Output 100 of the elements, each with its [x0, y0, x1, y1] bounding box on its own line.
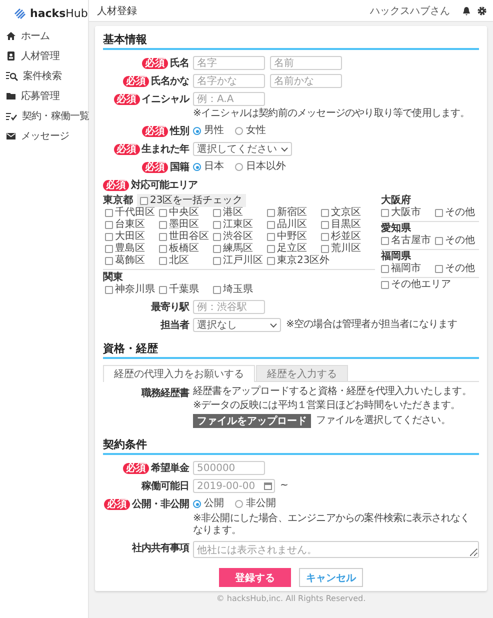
checkbox-label: 埼玉県	[223, 284, 253, 296]
checkbox[interactable]	[213, 245, 221, 253]
checkbox[interactable]	[105, 221, 113, 229]
required-badge: 必須	[142, 162, 168, 172]
checkbox[interactable]	[213, 209, 221, 217]
chevron-down-icon	[270, 322, 277, 328]
field-label: 最寄り駅	[151, 300, 189, 314]
checkbox-label: 渋谷区	[223, 231, 253, 242]
checkbox-label: 福岡市	[391, 263, 421, 275]
radio-button[interactable]	[235, 500, 243, 508]
sidebar-item[interactable]: 応募管理	[0, 86, 88, 106]
radio-label: 公開	[204, 498, 224, 510]
checkbox[interactable]	[213, 286, 221, 294]
settings-icon[interactable]	[477, 6, 487, 16]
date-field[interactable]: 2019-00-00	[193, 479, 275, 493]
id-card-icon	[6, 51, 16, 61]
sidebar-item[interactable]: メッセージ	[0, 126, 88, 146]
submit-button[interactable]: 登録する	[219, 568, 291, 587]
field-label: 氏名	[170, 56, 189, 70]
checkbox[interactable]	[381, 237, 389, 245]
checkbox-label: 世田谷区	[169, 231, 209, 242]
sidebar-item[interactable]: 人材管理	[0, 46, 88, 66]
checkbox[interactable]	[321, 245, 329, 253]
checkbox[interactable]	[159, 286, 167, 294]
checkbox[interactable]	[381, 209, 389, 217]
radio-label: 日本以外	[246, 161, 286, 173]
radio-button[interactable]	[235, 163, 243, 171]
checkbox[interactable]	[159, 245, 167, 253]
field-label: 希望単金	[151, 462, 189, 475]
field-label: 生まれた年	[142, 142, 189, 156]
checkbox-label: その他	[445, 207, 475, 219]
text-field[interactable]: 名前	[270, 56, 342, 70]
section-heading: 基本情報	[103, 32, 479, 50]
radio-button[interactable]	[193, 127, 201, 135]
radio-button[interactable]	[193, 500, 201, 508]
radio-button[interactable]	[235, 127, 243, 135]
text-field[interactable]: 名字かな	[193, 74, 265, 88]
text-field[interactable]: 名字	[193, 56, 265, 70]
text-field[interactable]: 名前かな	[270, 74, 342, 88]
required-badge: 必須	[114, 144, 140, 154]
sidebar-item[interactable]: 契約・稼働一覧	[0, 106, 88, 126]
checkbox[interactable]	[105, 257, 113, 265]
checkbox[interactable]	[267, 245, 275, 253]
checkbox-label: 東京23区外	[277, 255, 330, 267]
radio-button[interactable]	[193, 163, 201, 171]
tab[interactable]: 経歴を入力する	[256, 365, 348, 381]
checkbox[interactable]	[435, 237, 443, 245]
checkbox[interactable]	[267, 257, 275, 265]
checkbox[interactable]	[105, 286, 113, 294]
checkbox[interactable]	[159, 221, 167, 229]
text-field[interactable]: 例：渋谷駅	[193, 300, 265, 314]
checkbox-label: 品川区	[277, 219, 307, 230]
list-check-icon	[6, 111, 17, 121]
text-area[interactable]: 他社には表示されません。	[193, 541, 479, 558]
checkbox[interactable]	[213, 257, 221, 265]
checkbox[interactable]	[159, 209, 167, 217]
checkbox[interactable]	[435, 209, 443, 217]
sidebar-item[interactable]: 案件検索	[0, 66, 88, 86]
checkbox[interactable]	[267, 233, 275, 241]
checkbox[interactable]	[105, 245, 113, 253]
logo-text: hacksHub	[30, 6, 88, 20]
checkbox[interactable]	[213, 221, 221, 229]
checkbox-label: 中央区	[169, 207, 199, 219]
bell-icon[interactable]	[462, 6, 471, 16]
checkbox[interactable]	[213, 233, 221, 241]
checkbox[interactable]	[267, 221, 275, 229]
checkbox[interactable]	[321, 209, 329, 217]
dropdown[interactable]: 選択なし	[193, 318, 281, 332]
checkbox[interactable]	[105, 233, 113, 241]
checkbox[interactable]	[435, 265, 443, 273]
checkbox[interactable]	[140, 196, 148, 204]
dropdown[interactable]: 選択してください	[193, 142, 292, 156]
radio-label: 女性	[246, 125, 266, 137]
required-badge: 必須	[103, 180, 129, 190]
field-label: 公開・非公開	[132, 498, 189, 511]
calendar-icon	[264, 482, 272, 490]
checkbox[interactable]	[381, 265, 389, 273]
checkbox-label: 23区を一括チェック	[150, 194, 243, 206]
checkbox[interactable]	[159, 257, 167, 265]
tab[interactable]: 経歴の代理入力をお願いする	[103, 365, 255, 382]
user-name[interactable]: ハックスハブさん	[370, 4, 450, 18]
checkbox-label: 葛飾区	[115, 255, 145, 267]
section-heading: 資格・経歴	[103, 341, 479, 359]
checkbox-label: 北区	[169, 255, 189, 267]
checkbox[interactable]	[381, 281, 389, 289]
checkbox-label: 新宿区	[277, 207, 307, 218]
checkbox-label: 港区	[223, 207, 243, 218]
checkbox[interactable]	[267, 209, 275, 217]
checkbox[interactable]	[159, 233, 167, 241]
text-field[interactable]: 例：A.A	[193, 92, 265, 106]
checkbox[interactable]	[321, 233, 329, 241]
group-title: 関東	[103, 272, 123, 284]
checkbox[interactable]	[105, 209, 113, 217]
required-badge: 必須	[123, 76, 149, 86]
upload-button[interactable]: ファイルをアップロード	[193, 414, 311, 428]
text-field[interactable]: 500000	[193, 461, 265, 475]
file-status: ファイルを選択してください。	[316, 415, 450, 427]
checkbox[interactable]	[321, 221, 329, 229]
checkbox-label: 練馬区	[223, 243, 253, 254]
sidebar-item[interactable]: ホーム	[0, 26, 88, 46]
